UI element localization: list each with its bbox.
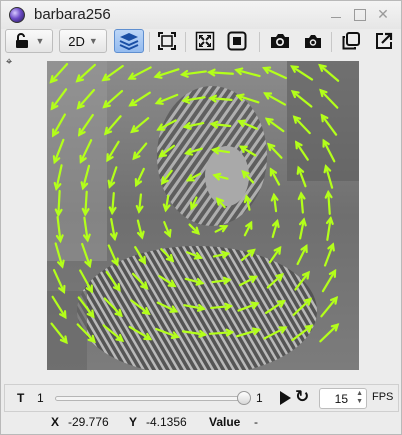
photo-face: [205, 146, 249, 206]
pixel-value: -: [254, 415, 258, 429]
play-icon[interactable]: [280, 391, 291, 405]
status-bar: X -29.776 Y -4.1356 Value -: [1, 414, 401, 432]
chevron-down-icon: ▼: [35, 36, 45, 46]
lock-dropdown[interactable]: ▼: [5, 29, 53, 53]
unlocked-padlock-icon: [15, 33, 28, 48]
fit-frame-icon: [158, 32, 176, 50]
app-logo-icon: [9, 7, 25, 23]
duplicate-icon: [342, 32, 360, 50]
title-bar[interactable]: barbara256 ✕: [1, 1, 401, 29]
photo-region: [47, 291, 87, 370]
camera-small-icon: [305, 34, 321, 48]
open-external-button[interactable]: [371, 29, 397, 53]
layers-button[interactable]: [114, 29, 144, 53]
minimize-button[interactable]: [328, 6, 344, 22]
spinner-arrows-icon[interactable]: ▲ ▼: [356, 390, 363, 406]
fit-frame-button[interactable]: [154, 29, 180, 53]
app-window: barbara256 ✕ ▼ 2D ▼ ⌖ T 1 1 ↻ 15 ▲ ▼ FPS…: [0, 0, 402, 435]
crosshair-cursor-icon: ⌖: [6, 56, 13, 68]
y-label: Y: [129, 415, 138, 429]
camera-large-icon: [271, 34, 289, 48]
time-label: T: [17, 391, 25, 405]
toolbar-divider: [185, 32, 186, 52]
stop-button[interactable]: [224, 29, 250, 53]
record-stop-icon: [227, 31, 247, 51]
fps-value: 15: [334, 392, 348, 406]
maximize-button[interactable]: [351, 6, 367, 22]
time-min-value: 1: [37, 391, 44, 405]
expand-icon: [195, 31, 215, 51]
time-slider[interactable]: [55, 396, 251, 401]
fps-spinner[interactable]: 15 ▲ ▼: [319, 388, 367, 409]
image-viewer[interactable]: [47, 61, 359, 370]
time-max-value: 1: [256, 391, 263, 405]
image-canvas[interactable]: [47, 61, 359, 370]
toolbar-divider: [149, 32, 150, 52]
x-label: X: [51, 415, 60, 429]
dimension-mode-select[interactable]: 2D ▼: [59, 29, 107, 53]
toolbar-divider: [259, 32, 260, 52]
y-coordinate: -4.1356: [146, 415, 187, 429]
toolbar: ▼ 2D ▼: [1, 29, 401, 55]
window-title: barbara256: [34, 6, 111, 23]
x-coordinate: -29.776: [68, 415, 109, 429]
snapshot-small-button[interactable]: [300, 29, 326, 53]
value-label: Value: [209, 415, 241, 429]
close-button[interactable]: ✕: [375, 6, 391, 22]
mode-value: 2D: [68, 33, 85, 49]
loop-icon[interactable]: ↻: [295, 387, 309, 407]
fps-label: FPS: [372, 391, 394, 403]
chevron-down-icon: ▼: [88, 36, 98, 46]
playback-bar: T 1 1 ↻ 15 ▲ ▼ FPS: [4, 384, 399, 412]
time-slider-thumb[interactable]: [237, 391, 251, 405]
duplicate-button[interactable]: [338, 29, 364, 53]
snapshot-button[interactable]: [267, 29, 293, 53]
toolbar-divider: [331, 32, 332, 52]
open-external-icon: [376, 32, 393, 49]
expand-button[interactable]: [192, 29, 218, 53]
layers-icon: [119, 33, 139, 51]
